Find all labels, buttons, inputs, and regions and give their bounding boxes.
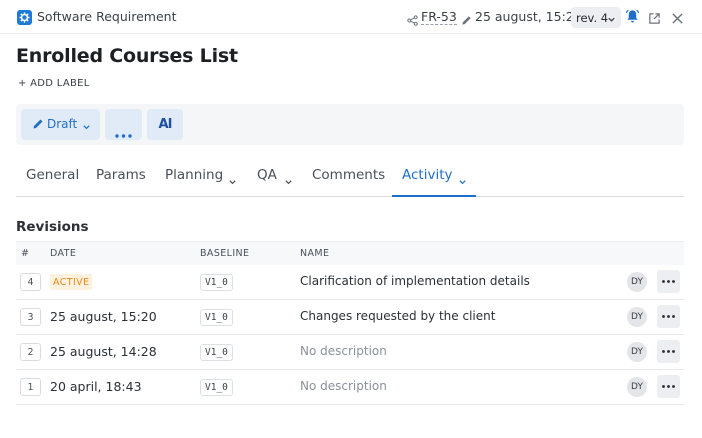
column-header-number: # — [21, 248, 30, 259]
table-row[interactable]: 1 20 april, 18:43 V1_0 No description DY — [16, 370, 684, 405]
row-menu-button[interactable] — [657, 270, 680, 293]
modified-date: 25 august, 15:20 — [475, 9, 582, 24]
revision-number: 1 — [20, 378, 41, 396]
pencil-icon — [32, 118, 44, 133]
ai-label: AI — [158, 117, 173, 132]
status-dropdown-button[interactable]: Draft — [21, 109, 100, 140]
table-row[interactable]: 4 ACTIVE V1_0 Clarification of implement… — [16, 265, 684, 300]
tab-bar: General Params Planning QA Comments Acti… — [16, 158, 684, 197]
row-menu-button[interactable] — [657, 340, 680, 363]
tab-label: Planning — [165, 167, 224, 183]
ai-button[interactable]: AI — [147, 109, 183, 140]
action-toolbar: Draft AI — [16, 104, 684, 145]
revision-number: 4 — [20, 273, 41, 291]
pencil-icon — [461, 11, 472, 30]
item-id-link[interactable]: FR-53 — [421, 9, 457, 25]
tab-label: Activity — [402, 167, 453, 183]
column-header-name: NAME — [300, 248, 330, 259]
top-bar: Software Requirement FR-53 25 august, 15… — [0, 0, 702, 34]
revision-number: 3 — [20, 308, 41, 326]
tab-label: QA — [257, 167, 277, 183]
tab-label: Comments — [312, 167, 386, 183]
baseline-tag: V1_0 — [200, 379, 233, 396]
revisions-title: Revisions — [16, 219, 89, 235]
revision-date: 25 august, 15:20 — [50, 309, 157, 324]
avatar[interactable]: DY — [627, 272, 647, 292]
close-icon[interactable] — [671, 10, 684, 29]
row-menu-button[interactable] — [657, 305, 680, 328]
tab-label: Params — [96, 167, 146, 183]
row-menu-button[interactable] — [657, 375, 680, 398]
revision-name: Changes requested by the client — [300, 309, 496, 323]
revision-name: No description — [300, 379, 387, 393]
baseline-tag: V1_0 — [200, 274, 233, 291]
chevron-down-icon — [82, 121, 91, 135]
table-row[interactable]: 3 25 august, 15:20 V1_0 Changes requeste… — [16, 300, 684, 335]
revision-date: 25 august, 14:28 — [50, 344, 157, 359]
revision-date: 20 april, 18:43 — [50, 379, 142, 394]
bell-icon[interactable] — [625, 9, 640, 28]
revision-select[interactable]: rev. 4 — [571, 7, 621, 28]
revision-name: Clarification of implementation details — [300, 274, 530, 288]
table-row[interactable]: 2 25 august, 14:28 V1_0 No description D… — [16, 335, 684, 370]
avatar[interactable]: DY — [627, 307, 647, 327]
revision-select-value: rev. 4 — [576, 10, 609, 25]
avatar[interactable]: DY — [627, 377, 647, 397]
share-icon[interactable] — [407, 11, 418, 30]
popout-icon[interactable] — [648, 10, 661, 29]
add-label-button[interactable]: + ADD LABEL — [18, 78, 90, 89]
table-header: # DATE BASELINE NAME — [16, 241, 684, 265]
status-label: Draft — [47, 117, 78, 131]
revision-number: 2 — [20, 343, 41, 361]
tab-label: General — [26, 167, 80, 183]
tab-activity[interactable]: Activity — [392, 158, 476, 197]
chevron-down-icon — [607, 13, 616, 27]
tab-general[interactable]: General — [26, 158, 79, 197]
chevron-down-icon — [284, 175, 293, 191]
tab-params[interactable]: Params — [96, 158, 146, 197]
baseline-tag: V1_0 — [200, 344, 233, 361]
more-actions-button[interactable] — [105, 109, 142, 140]
avatar[interactable]: DY — [627, 342, 647, 362]
baseline-tag: V1_0 — [200, 309, 233, 326]
page-title: Enrolled Courses List — [16, 45, 238, 67]
chevron-down-icon — [228, 175, 237, 191]
chevron-down-icon — [458, 175, 467, 191]
more-horizontal-icon — [115, 123, 132, 142]
column-header-baseline: BASELINE — [200, 248, 250, 259]
item-type-label: Software Requirement — [37, 9, 177, 24]
revision-name: No description — [300, 344, 387, 358]
tab-comments[interactable]: Comments — [312, 158, 385, 197]
tab-qa[interactable]: QA — [257, 158, 295, 197]
column-header-date: DATE — [50, 248, 77, 259]
active-badge: ACTIVE — [50, 274, 93, 290]
tab-planning[interactable]: Planning — [165, 158, 240, 197]
settings-icon — [17, 10, 32, 25]
